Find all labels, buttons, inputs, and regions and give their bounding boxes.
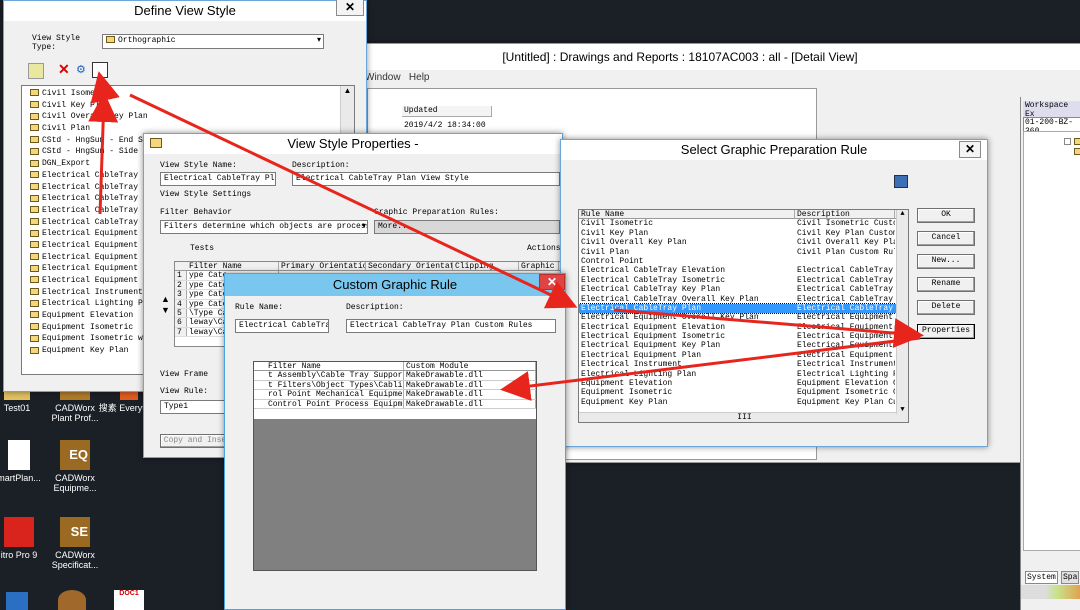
arrow-to-custom-rule <box>500 336 921 401</box>
annotation-arrows <box>88 71 924 401</box>
arrow-to-properties-button <box>613 308 924 348</box>
arrow-to-properties-icon <box>90 71 120 104</box>
arrow-to-select-rule <box>129 93 578 309</box>
arrow-from-list <box>88 92 119 215</box>
